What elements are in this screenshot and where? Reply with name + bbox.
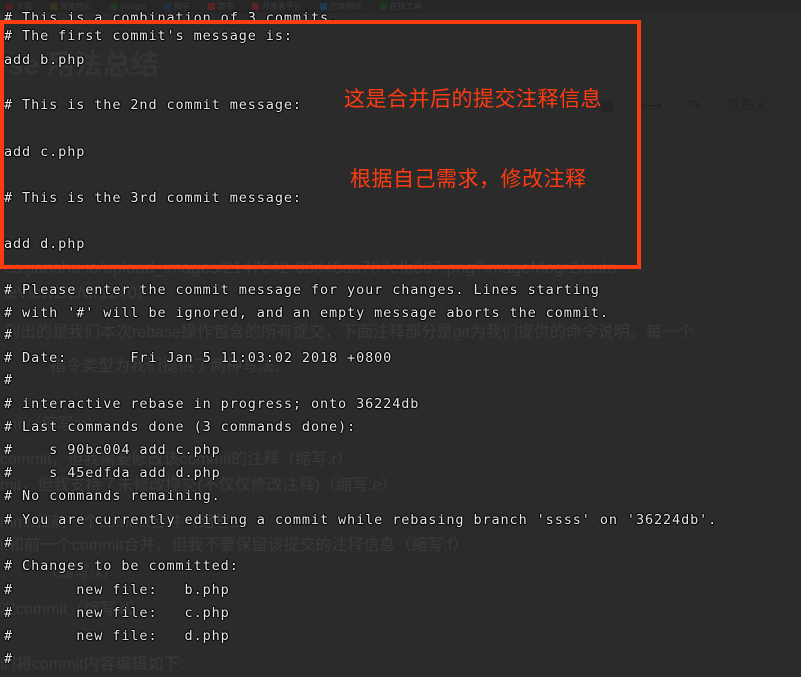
terminal-line[interactable]: # [4,651,13,667]
terminal-line[interactable]: # new file: c.php [4,605,230,621]
background-text-line: es.jianshu.io/upload_images/2147642-03d4… [4,258,623,277]
background-text-line: mmit和前一个commit合并（缩写:s） [0,514,259,531]
terminal-line[interactable]: # No commands remaining. [4,488,221,504]
background-text-line: it和前一个commit合并，但我不要保留该提交的注释信息（缩写:f） [0,537,469,554]
terminal-line[interactable]: # [4,535,13,551]
bookmark-label: 简书 [217,2,234,11]
bookmark-favicon-icon [6,3,13,10]
publish-button-label[interactable]: 发布文 [726,95,768,115]
background-text-line: （缩写:x） [42,564,119,581]
annotation-note: 根据自己需求，修改注释 [350,167,587,191]
terminal-line[interactable]: # Last commands done (3 commands done): [4,419,356,435]
terminal-line[interactable]: # s 90bc004 add c.php [4,442,221,458]
bookmark-favicon-icon [207,3,215,10]
annotation-highlight-box [0,20,641,269]
bookmark-favicon-icon [110,3,117,10]
article-toolbar[interactable]: ▦ ⟷ ↷ 发布文 [600,95,768,115]
terminal-line[interactable]: add b.php [4,52,85,68]
background-text-line: 指令类型为我们提供了两种写法： [50,358,291,375]
terminal-line[interactable]: # The first commit's message is: [4,28,293,44]
terminal-line[interactable]: # This is a combination of 3 commits. [4,10,338,26]
terminal-line[interactable]: # interactive rebase in progress; onto 3… [4,396,419,412]
bookmark-favicon-icon [379,3,387,10]
table-icon[interactable]: ▦ [600,96,614,114]
bookmark-label: Google [120,2,146,11]
bookmark-favicon-icon [50,3,57,10]
terminal-line[interactable]: add d.php [4,236,85,252]
annotation-note: 这是合并后的提交注释信息 [344,87,602,111]
bookmark-label: 知乎 [173,2,190,11]
bookmark-item[interactable]: 开发者平台 [251,1,302,12]
bookmark-label: 天猫 [16,2,32,11]
terminal-line[interactable]: # You are currently editing a commit whi… [4,512,717,528]
bookmark-label: 淘宝特价 [60,2,92,11]
terminal-line[interactable]: # Changes to be committed: [4,558,239,574]
bookmark-item[interactable]: Google [110,2,146,11]
terminal-line[interactable]: # This is the 3rd commit message: [4,190,302,206]
bookmark-label: 在线工具 [389,2,422,11]
bookmark-favicon-icon [319,3,327,10]
bookmark-item[interactable]: 简书 [207,1,234,12]
bookmark-item[interactable]: 天猫 [6,1,32,12]
background-text-line: 列出的是我们本次rebase操作包含的所有提交，下面注释部分是git为我们提供的… [4,324,694,341]
background-text-line: 次commit（缩写:d） [0,601,145,618]
terminal-line[interactable]: # new file: b.php [4,582,230,598]
share-icon[interactable]: ↷ [688,96,701,114]
bookmark-item[interactable]: 淘宝特价 [50,1,92,12]
browser-bookmarks-bar[interactable]: 天猫 淘宝特价 Google 知乎 简书 开发者平台 百度翻译 在线工具 [0,0,801,13]
article-title: se 用法总结 [8,49,159,80]
terminal-line[interactable]: # [4,327,13,343]
background-text-line: mit（缩写:p） [4,416,103,433]
bookmark-item[interactable]: 在线工具 [379,1,422,12]
terminal-line[interactable]: # with '#' will be ignored, and an empty… [4,305,609,321]
background-text-line: commit，但我需要修改该commit的注释（缩写:r） [0,451,353,468]
terminal-line[interactable]: # s 45edfda add d.php [4,465,221,481]
bookmark-favicon-icon [163,3,171,10]
terminal-line[interactable]: # Date: Fri Jan 5 11:03:02 2018 +0800 [4,350,392,366]
terminal-line[interactable]: add c.php [4,144,85,160]
terminal-line-with-cursor[interactable]: # This is the 2nd commit message: [4,97,302,113]
bookmark-label: 开发者平台 [261,2,302,11]
background-text-line: ieView2/2/w/1240) [4,283,143,302]
bookmark-item[interactable]: 百度翻译 [319,1,362,12]
screenshot-root: 天猫 淘宝特价 Google 知乎 简书 开发者平台 百度翻译 在线工具 se 用法总结 ▦ … [0,0,801,677]
background-text-line: 们将commit内容编辑如下: [0,656,185,673]
terminal-line[interactable]: # new file: d.php [4,628,230,644]
bookmark-favicon-icon [251,3,259,10]
link-icon[interactable]: ⟷ [640,96,662,114]
terminal-line[interactable]: # [4,372,13,388]
bookmark-label: 百度翻译 [329,2,362,11]
terminal-line[interactable]: # Please enter the commit message for yo… [4,282,600,298]
bookmark-item[interactable]: 知乎 [163,1,190,12]
background-text-line: mit，但我支持了未修改提交(不仅仅修改注释)（缩写:e） [0,477,398,494]
